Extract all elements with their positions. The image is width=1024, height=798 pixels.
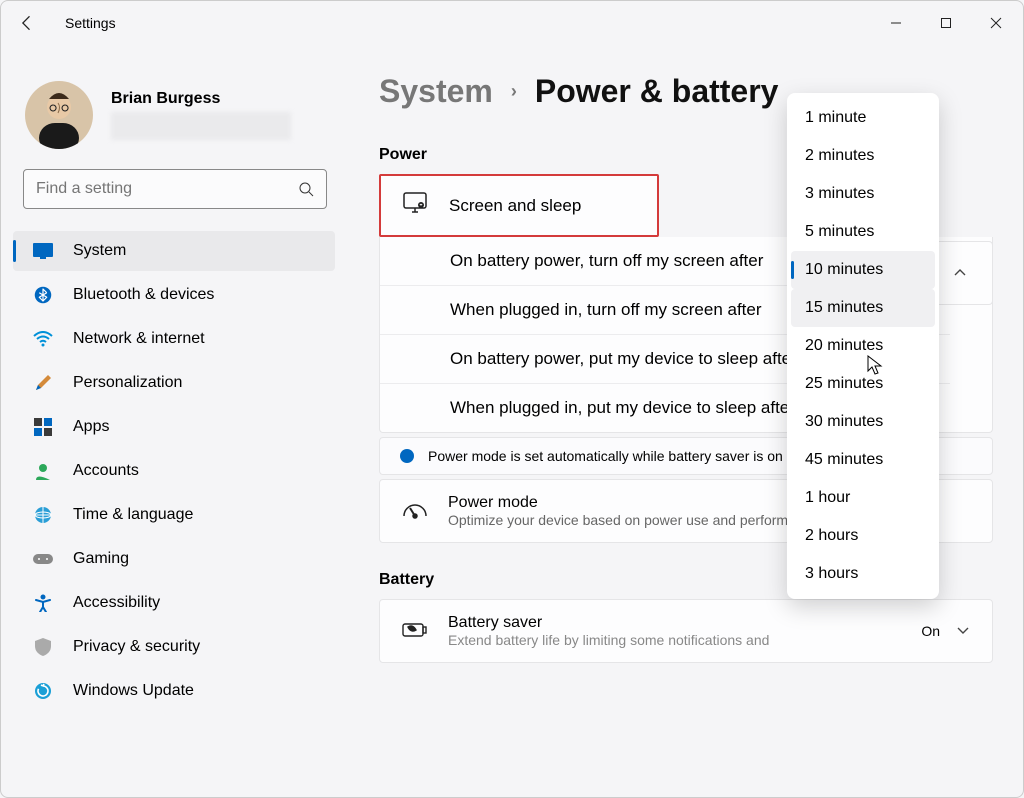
dropdown-item[interactable]: 45 minutes <box>791 441 935 479</box>
wifi-icon <box>33 329 53 349</box>
sidebar-item-privacy[interactable]: Privacy & security <box>13 627 335 667</box>
sidebar-item-apps[interactable]: Apps <box>13 407 335 447</box>
dropdown-item[interactable]: 1 minute <box>791 99 935 137</box>
info-text: Power mode is set automatically while ba… <box>428 448 783 464</box>
dropdown-item[interactable]: 3 minutes <box>791 175 935 213</box>
battery-saver-value: On <box>921 623 940 639</box>
accessibility-icon <box>33 593 53 613</box>
globe-icon <box>33 505 53 525</box>
dropdown-item[interactable]: 2 minutes <box>791 137 935 175</box>
dropdown-item[interactable]: 10 minutes <box>791 251 935 289</box>
sidebar: Brian Burgess System Bluetooth & devices <box>1 45 349 797</box>
chevron-down-icon <box>956 623 970 640</box>
battery-saver-card[interactable]: Battery saver Extend battery life by lim… <box>379 599 993 663</box>
sidebar-item-time-language[interactable]: Time & language <box>13 495 335 535</box>
titlebar: Settings <box>1 1 1023 45</box>
system-icon <box>33 241 53 261</box>
apps-icon <box>33 417 53 437</box>
battery-saver-title: Battery saver <box>448 614 769 632</box>
dropdown-item[interactable]: 5 minutes <box>791 213 935 251</box>
dropdown-item[interactable]: 3 hours <box>791 555 935 593</box>
close-button[interactable] <box>973 6 1019 40</box>
power-mode-subtitle: Optimize your device based on power use … <box>448 512 818 528</box>
breadcrumb-current: Power & battery <box>535 73 779 110</box>
sidebar-item-bluetooth[interactable]: Bluetooth & devices <box>13 275 335 315</box>
breadcrumb-parent[interactable]: System <box>379 73 493 110</box>
nav-label: Time & language <box>73 506 193 524</box>
chevron-right-icon: › <box>511 81 517 102</box>
profile-email-redacted <box>111 112 291 140</box>
person-icon <box>33 461 53 481</box>
cursor-icon <box>867 355 883 380</box>
nav-label: Accounts <box>73 462 139 480</box>
avatar <box>25 81 93 149</box>
dropdown-item[interactable]: 15 minutes <box>791 289 935 327</box>
sidebar-item-gaming[interactable]: Gaming <box>13 539 335 579</box>
sidebar-item-system[interactable]: System <box>13 231 335 271</box>
nav-label: Network & internet <box>73 330 205 348</box>
dropdown-item[interactable]: 1 hour <box>791 479 935 517</box>
sidebar-item-network[interactable]: Network & internet <box>13 319 335 359</box>
nav-label: Windows Update <box>73 682 194 700</box>
nav-label: Privacy & security <box>73 638 200 656</box>
nav-label: Personalization <box>73 374 182 392</box>
screen-sleep-title: Screen and sleep <box>449 196 581 216</box>
bluetooth-icon <box>33 285 53 305</box>
profile-name: Brian Burgess <box>111 90 291 108</box>
monitor-icon <box>403 192 427 219</box>
screen-and-sleep-header[interactable]: Screen and sleep <box>379 174 659 237</box>
dropdown-item[interactable]: 20 minutes <box>791 327 935 365</box>
shield-icon <box>33 637 53 657</box>
profile-block[interactable]: Brian Burgess <box>1 57 349 169</box>
time-dropdown[interactable]: 1 minute2 minutes3 minutes5 minutes10 mi… <box>787 93 939 599</box>
minimize-button[interactable] <box>873 6 919 40</box>
window-controls <box>873 6 1019 40</box>
sidebar-item-windows-update[interactable]: Windows Update <box>13 671 335 711</box>
nav-list: System Bluetooth & devices Network & int… <box>1 231 349 711</box>
nav-label: Bluetooth & devices <box>73 286 214 304</box>
leaf-battery-icon <box>402 619 428 644</box>
gauge-icon <box>402 498 428 525</box>
search-icon <box>298 181 314 197</box>
update-icon <box>33 681 53 701</box>
back-button[interactable] <box>17 13 37 33</box>
maximize-button[interactable] <box>923 6 969 40</box>
brush-icon <box>33 373 53 393</box>
sidebar-item-accounts[interactable]: Accounts <box>13 451 335 491</box>
nav-label: System <box>73 242 126 260</box>
search-input[interactable] <box>36 180 298 198</box>
window-title: Settings <box>65 15 116 31</box>
nav-label: Apps <box>73 418 109 436</box>
sidebar-item-accessibility[interactable]: Accessibility <box>13 583 335 623</box>
gamepad-icon <box>33 549 53 569</box>
power-mode-title: Power mode <box>448 494 818 512</box>
sidebar-item-personalization[interactable]: Personalization <box>13 363 335 403</box>
dropdown-item[interactable]: 2 hours <box>791 517 935 555</box>
search-input-wrap[interactable] <box>23 169 327 209</box>
battery-saver-subtitle: Extend battery life by limiting some not… <box>448 632 769 648</box>
main-content: System › Power & battery Power Screen an… <box>349 45 1023 797</box>
nav-label: Accessibility <box>73 594 160 612</box>
info-icon <box>400 449 414 463</box>
dropdown-item[interactable]: 25 minutes <box>791 365 935 403</box>
nav-label: Gaming <box>73 550 129 568</box>
dropdown-item[interactable]: 30 minutes <box>791 403 935 441</box>
